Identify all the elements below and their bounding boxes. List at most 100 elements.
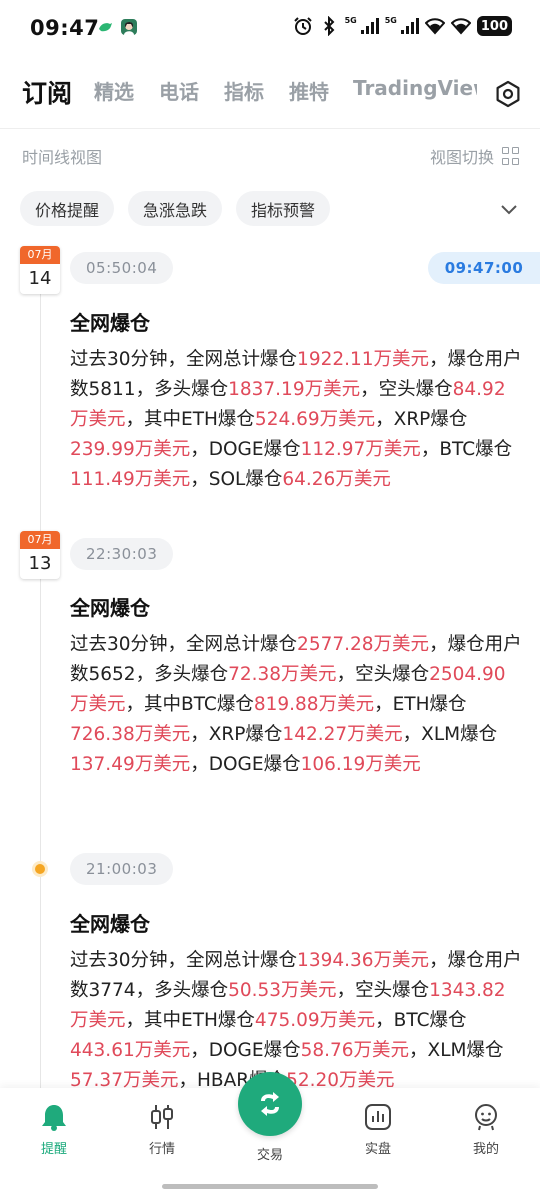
tab-featured[interactable]: 精选 xyxy=(94,76,134,105)
tab-tradingview[interactable]: TradingView xyxy=(353,76,477,100)
cell-signal-icon xyxy=(400,18,419,34)
swap-icon xyxy=(261,1092,279,1116)
body-text: 过去30分钟，全网总计爆仓 xyxy=(70,634,298,655)
battery-indicator: 100 xyxy=(476,16,512,36)
body-text: ，XLM爆仓 xyxy=(409,1040,504,1061)
body-text: ，XRP爆仓 xyxy=(190,724,283,745)
liquidation-amount: 1922.11万美元 xyxy=(297,349,430,370)
event-body[interactable]: 过去30分钟，全网总计爆仓2577.28万美元，爆仓用户数5652，多头爆仓72… xyxy=(70,630,522,780)
status-time: 09:47 xyxy=(30,16,100,40)
date-month: 07月 xyxy=(20,531,60,549)
body-text: ，XLM爆仓 xyxy=(402,724,498,745)
view-switch-button[interactable]: 视图切换 xyxy=(430,144,520,168)
nav-trade-label[interactable]: 交易 xyxy=(230,1144,310,1163)
signal-2-label: 5G xyxy=(384,15,397,25)
chevron-down-icon[interactable] xyxy=(498,198,520,220)
view-switch-label: 视图切换 xyxy=(429,148,494,167)
alarm-icon xyxy=(293,17,312,35)
date-badge: 07月 13 xyxy=(20,531,60,579)
cell-signal-icon xyxy=(360,18,379,34)
status-indicators: 5G 5G 100 xyxy=(293,16,512,36)
nav-trade-button[interactable] xyxy=(238,1072,302,1136)
profile-icon xyxy=(475,1104,497,1131)
body-text: 过去30分钟，全网总计爆仓 xyxy=(70,349,298,370)
liquidation-amount: 2577.28万美元 xyxy=(297,634,430,655)
date-day: 13 xyxy=(28,553,52,574)
event-time-pill: 22:30:03 xyxy=(70,538,174,570)
avatar-app-icon xyxy=(121,19,137,35)
liquidation-amount: 137.49万美元 xyxy=(70,754,191,775)
body-text: ，DOGE爆仓 xyxy=(190,754,301,775)
event-body[interactable]: 过去30分钟，全网总计爆仓1394.36万美元，爆仓用户数3774，多头爆仓50… xyxy=(70,946,522,1096)
filter-chips: 价格提醒 急涨急跌 指标预警 xyxy=(20,191,331,226)
timeline-dot xyxy=(35,864,45,874)
nav-mine-label: 我的 xyxy=(472,1142,499,1157)
chip-indicator-warning[interactable]: 指标预警 xyxy=(236,191,331,226)
nav-live[interactable]: 实盘 xyxy=(338,1102,418,1157)
timeline-line xyxy=(40,290,41,1090)
body-text: 过去30分钟，全网总计爆仓 xyxy=(70,950,298,971)
tab-phone[interactable]: 电话 xyxy=(159,76,199,105)
date-day: 14 xyxy=(28,268,52,289)
body-text: ，XRP爆仓 xyxy=(375,409,468,430)
liquidation-amount: 475.09万美元 xyxy=(254,1010,376,1031)
grid-icon xyxy=(502,147,520,165)
body-text: ，DOGE爆仓 xyxy=(190,1040,301,1061)
top-tabs: 订阅 精选 电话 指标 推特 TradingView xyxy=(0,66,540,120)
tab-indicator[interactable]: 指标 xyxy=(224,76,264,105)
event-title[interactable]: 全网爆仓 xyxy=(70,908,150,937)
liquidation-amount: 64.26万美元 xyxy=(282,469,391,490)
body-text: ，DOGE爆仓 xyxy=(190,439,301,460)
timeline-view-label: 时间线视图 xyxy=(22,148,103,167)
liquidation-amount: 819.88万美元 xyxy=(253,694,375,715)
nav-mine[interactable]: 我的 xyxy=(446,1102,526,1157)
chip-price-alert[interactable]: 价格提醒 xyxy=(20,191,115,226)
status-app-icons xyxy=(96,18,138,36)
event-title[interactable]: 全网爆仓 xyxy=(70,307,150,336)
tab-subscribe[interactable]: 订阅 xyxy=(22,74,72,110)
body-text: ，其中ETH爆仓 xyxy=(125,1010,255,1031)
nav-live-label: 实盘 xyxy=(364,1142,391,1157)
date-month: 07月 xyxy=(20,246,60,264)
liquidation-amount: 443.61万美元 xyxy=(70,1040,191,1061)
liquidation-amount: 72.38万美元 xyxy=(228,664,337,685)
nav-alert[interactable]: 提醒 xyxy=(14,1102,94,1157)
nav-market[interactable]: 行情 xyxy=(122,1102,202,1157)
signal-1-label: 5G xyxy=(344,15,357,25)
tabs-divider xyxy=(0,128,540,129)
body-text: ，BTC爆仓 xyxy=(375,1010,467,1031)
wifi-icon xyxy=(450,18,471,35)
nav-market-label: 行情 xyxy=(148,1142,175,1157)
date-badge: 07月 14 xyxy=(20,246,60,294)
event-title[interactable]: 全网爆仓 xyxy=(70,592,150,621)
liquidation-amount: 1837.19万美元 xyxy=(228,379,361,400)
body-text: ，BTC爆仓 xyxy=(420,439,513,460)
bird-app-icon xyxy=(99,23,112,32)
settings-hex-icon[interactable] xyxy=(494,80,522,108)
body-text: ，ETH爆仓 xyxy=(374,694,467,715)
event-time-pill: 05:50:04 xyxy=(70,252,174,284)
body-text: ，其中BTC爆仓 xyxy=(125,694,254,715)
body-text: ，空头爆仓 xyxy=(336,664,430,685)
tab-twitter[interactable]: 推特 xyxy=(289,76,329,105)
bell-icon xyxy=(42,1105,66,1131)
liquidation-amount: 58.76万美元 xyxy=(300,1040,410,1061)
wifi-icon xyxy=(424,18,445,35)
liquidation-amount: 106.19万美元 xyxy=(300,754,421,775)
liquidation-amount: 239.99万美元 xyxy=(70,439,191,460)
body-text: ，空头爆仓 xyxy=(360,379,453,400)
liquidation-amount: 111.49万美元 xyxy=(70,469,191,490)
liquidation-amount: 50.53万美元 xyxy=(228,980,337,1001)
liquidation-amount: 726.38万美元 xyxy=(70,724,191,745)
chart-box-icon xyxy=(365,1104,391,1130)
liquidation-amount: 1394.36万美元 xyxy=(297,950,430,971)
chip-surge-plunge[interactable]: 急涨急跌 xyxy=(128,191,223,226)
current-time-pill: 09:47:00 xyxy=(428,252,540,284)
liquidation-amount: 524.69万美元 xyxy=(254,409,376,430)
nav-alert-label: 提醒 xyxy=(40,1142,67,1157)
liquidation-amount: 112.97万美元 xyxy=(300,439,421,460)
event-body[interactable]: 过去30分钟，全网总计爆仓1922.11万美元，爆仓用户数5811，多头爆仓18… xyxy=(70,345,522,495)
body-text: ，空头爆仓 xyxy=(336,980,430,1001)
event-time-pill: 21:00:03 xyxy=(70,853,174,885)
body-text: ，SOL爆仓 xyxy=(190,469,283,490)
